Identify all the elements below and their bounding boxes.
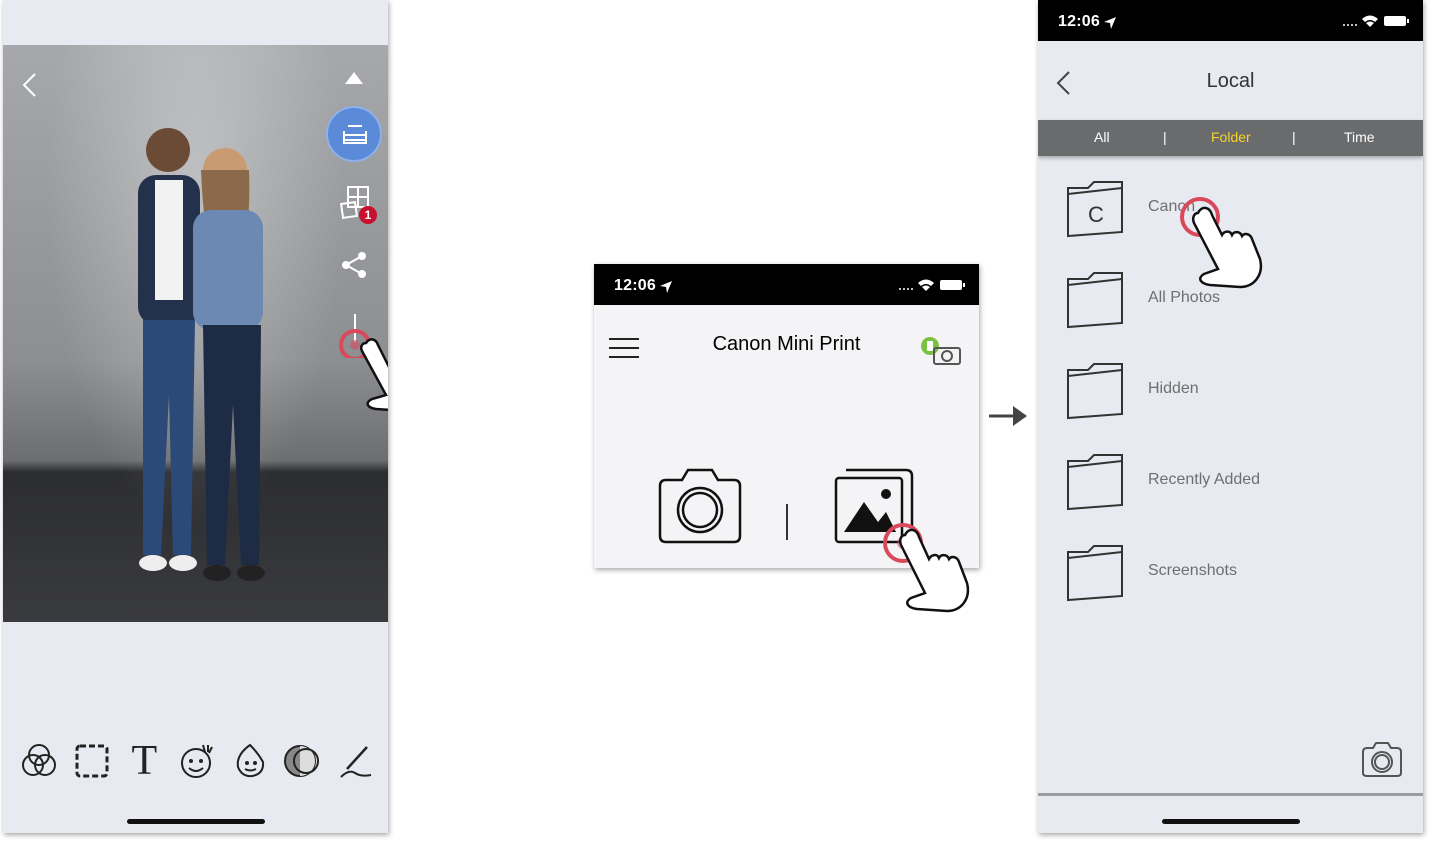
tab-time[interactable]: Time: [1344, 129, 1375, 145]
arrow-right-icon: [989, 406, 1027, 426]
camera-icon[interactable]: [656, 466, 744, 544]
tab-all[interactable]: All: [1094, 129, 1110, 145]
signal-wifi-battery-icon: [1343, 15, 1409, 27]
location-icon: [660, 281, 672, 293]
collage-count-badge: 1: [359, 206, 377, 224]
status-bar: 12:06: [1038, 0, 1423, 41]
folder-icon: [1067, 545, 1123, 602]
status-time: 12:06: [614, 277, 656, 294]
hand-pointer-icon: [359, 338, 388, 412]
photo-editor-screen: 1 T: [3, 0, 388, 833]
print-button[interactable]: [326, 106, 382, 162]
status-time: 12:06: [1058, 13, 1100, 30]
folder-icon: [1067, 363, 1123, 420]
signal-wifi-battery-icon: [899, 279, 965, 291]
tab-folder[interactable]: Folder: [1211, 129, 1251, 145]
bottom-bar: [1038, 793, 1423, 833]
text-icon[interactable]: T: [122, 739, 166, 783]
status-bar: 12:06: [594, 264, 979, 305]
folder-label: Screenshots: [1148, 562, 1237, 579]
frame-icon[interactable]: [70, 739, 114, 783]
page-title: Local: [1206, 70, 1255, 92]
hand-pointer-icon: [898, 528, 970, 613]
folder-label: Recently Added: [1148, 471, 1261, 488]
folder-icon: C: [1067, 181, 1123, 238]
brightness-icon[interactable]: [280, 739, 324, 783]
draw-icon[interactable]: [333, 739, 377, 783]
folder-item-screenshots[interactable]: Screenshots: [1038, 542, 1423, 608]
share-icon[interactable]: [340, 250, 370, 280]
camera-icon[interactable]: [1360, 740, 1404, 778]
editing-toolbar: T: [17, 738, 377, 784]
tab-separator: |: [1163, 129, 1167, 145]
filter-icon[interactable]: [17, 739, 61, 783]
folder-icon: [1067, 454, 1123, 511]
folder-item-hidden[interactable]: Hidden: [1038, 360, 1423, 426]
sticker-icon[interactable]: [175, 739, 219, 783]
divider: [786, 504, 788, 540]
couple-photo: [138, 128, 265, 581]
home-indicator: [127, 819, 265, 824]
chevron-left-icon[interactable]: [19, 72, 41, 98]
home-indicator: [1162, 819, 1300, 824]
folder-label: Hidden: [1148, 380, 1199, 397]
folder-icon: [1067, 272, 1123, 329]
location-icon: [1104, 17, 1116, 29]
tab-separator: |: [1292, 129, 1296, 145]
chevron-up-icon[interactable]: [345, 72, 363, 84]
folder-item-recently-added[interactable]: Recently Added: [1038, 451, 1423, 517]
hand-pointer-icon: [1180, 197, 1263, 289]
printer-icon: [343, 125, 367, 144]
folder-letter: C: [1088, 202, 1104, 227]
tab-bar: All | Folder | Time: [1038, 120, 1423, 156]
home-screen: 12:06 Canon Mini Print: [594, 264, 979, 568]
printer-status-icon[interactable]: [920, 336, 962, 366]
local-album-screen: 12:06 Local All | Folder | Time C Canon …: [1038, 0, 1423, 833]
face-icon[interactable]: [228, 739, 272, 783]
